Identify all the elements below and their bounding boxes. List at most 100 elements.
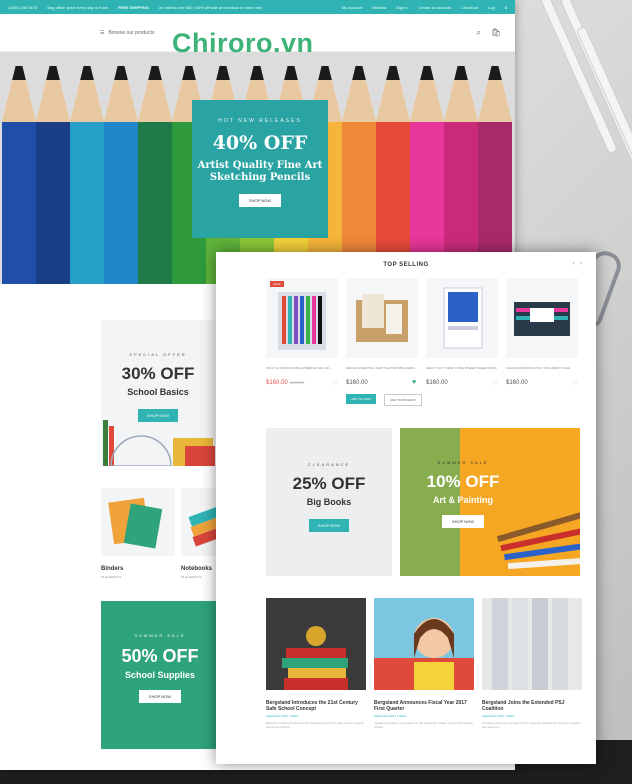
promo-headline: 25% OFF	[292, 474, 366, 493]
product-name[interactable]: HEAVY DUTY VIEW 3 RING BINDER SHEER BOOK	[426, 366, 498, 370]
promo-subline: Big Books	[306, 497, 352, 507]
phone-number[interactable]: 1(800) 234 5678	[8, 5, 37, 10]
colored-pencil	[70, 52, 104, 284]
product-card-image[interactable]	[506, 278, 578, 358]
gel-pens-illustration	[278, 292, 326, 350]
product-name[interactable]: PILOT G2 RETRACTABLE PREMIUM GEL INK...	[266, 366, 338, 370]
topbar-link-wishlist[interactable]: Wishlist	[372, 5, 386, 10]
watermark-text: Chiroro.vn	[172, 28, 314, 58]
hero-kicker: HOT NEW RELEASES	[218, 118, 302, 124]
books-apple-illustration	[282, 626, 348, 690]
carousel-prev-icon[interactable]: ‹	[572, 260, 574, 267]
hero-subline: Artist Quality Fine Art Sketching Pencil…	[197, 160, 323, 183]
menu-icon[interactable]: ☰	[100, 30, 104, 36]
colored-pencil	[410, 52, 444, 284]
blog-post-image[interactable]	[482, 598, 582, 690]
sale-price: $160.00	[266, 380, 288, 386]
promo-school-supplies[interactable]: SUMMER SALE 50% OFF School Supplies SHOP…	[101, 601, 219, 749]
desk-organizer-illustration	[356, 294, 408, 342]
blog-post-title[interactable]: Bergsland Announces Fiscal Year 2017 Fir…	[374, 700, 474, 712]
browse-menu[interactable]: ☰ Browse our products	[100, 30, 154, 36]
topbar-link-create-account[interactable]: Create an account	[418, 5, 451, 10]
promo-subline: Art & Painting	[433, 495, 493, 505]
promo-kicker: SUMMER SALE	[134, 633, 186, 638]
colored-pencil	[36, 52, 70, 284]
product-price: $160.00 $180.00	[266, 380, 304, 386]
hero-headline: 40% OFF	[212, 132, 308, 154]
promo-headline: 30% OFF	[121, 364, 195, 383]
homepage-mockup-front: TOP SELLING ‹ › SALE PILOT G2 RETRACTABL…	[216, 252, 596, 764]
wishlist-heart-icon[interactable]: ♡	[332, 379, 338, 387]
school-supplies-illustration	[103, 420, 215, 466]
top-bar: 1(800) 234 5678 Bag office open every da…	[0, 0, 515, 14]
blog-post-meta: September 2017 / News	[266, 714, 299, 718]
phone-note: Bag office open every day at 9 am	[47, 4, 108, 10]
promo-headline: 10% OFF	[426, 472, 500, 491]
blog-post-image[interactable]	[266, 598, 366, 690]
colored-pencil	[2, 52, 36, 284]
product-card-image[interactable]	[426, 278, 498, 358]
topbar-link-log[interactable]: Log	[488, 5, 495, 10]
promo-shop-now-button[interactable]: SHOP NOW	[441, 515, 485, 528]
shipping-label: FREE SHIPPING	[118, 4, 149, 10]
promo-school-basics[interactable]: SPECIAL OFFER 30% OFF School Basics SHOP…	[101, 320, 215, 466]
blog-post-title[interactable]: Bergsland Introduces the 21st Century Sa…	[266, 700, 366, 712]
search-icon[interactable]: ⌕	[476, 28, 480, 38]
product-name[interactable]: CLEAR EXPANDING POLY DOCUMENT CASE	[506, 366, 578, 370]
category-binders-image[interactable]	[101, 488, 175, 556]
cart-icon[interactable]: 🛍	[491, 28, 501, 38]
blog-post-excerpt: Leading distributor of supplies for the …	[374, 721, 474, 729]
promo-kicker: SUMMER SALE	[437, 460, 489, 465]
smiling-child-illustration	[374, 618, 474, 690]
old-price: $180.00	[289, 380, 305, 385]
blog-post-title[interactable]: Bergsland Joins the Extended PSJ Coaliti…	[482, 700, 582, 712]
currency-selector[interactable]: $	[505, 5, 507, 10]
document-case-illustration	[514, 302, 570, 336]
category-notebooks-count: 56 ELEMENTS	[181, 575, 202, 579]
product-card-image[interactable]	[266, 278, 338, 358]
carousel-next-icon[interactable]: ›	[580, 260, 582, 267]
sale-badge: SALE	[270, 281, 284, 287]
promo-kicker: CLEARANCE	[307, 462, 351, 467]
wishlist-heart-icon[interactable]: ♥	[412, 379, 416, 386]
white-pencil-decoration	[559, 0, 632, 165]
product-price: $160.00	[506, 380, 528, 386]
topbar-link-account[interactable]: My Account	[342, 5, 363, 10]
browse-label: Browse our products	[108, 29, 155, 36]
add-to-wishlist-button[interactable]: ADD TO WISHLIST	[384, 394, 423, 406]
colored-pencil	[342, 52, 376, 284]
shipping-note: on orders over $50 | 30% off sale at che…	[158, 4, 262, 10]
blog-post-meta: September 2017 / News	[374, 714, 407, 718]
category-notebooks-label[interactable]: Notebooks	[181, 566, 212, 572]
hero-shop-now-button[interactable]: SHOP NOW	[238, 194, 282, 207]
product-card-image[interactable]	[346, 278, 418, 358]
blog-post-excerpt: Company becomes member of the extended c…	[482, 721, 581, 729]
wishlist-heart-icon[interactable]: ♡	[572, 379, 578, 387]
blog-post-image[interactable]	[374, 598, 474, 690]
binders-shelf-illustration	[492, 598, 568, 690]
colored-pencil	[138, 52, 172, 284]
product-price: $160.00	[426, 380, 448, 386]
promo-art-painting[interactable]: SUMMER SALE 10% OFF Art & Painting SHOP …	[400, 428, 580, 576]
category-binders-label[interactable]: Binders	[101, 566, 123, 572]
blog-post-excerpt: Effective enrollment ideas for the devel…	[266, 721, 364, 729]
promo-big-books[interactable]: CLEARANCE 25% OFF Big Books SHOP NOW	[266, 428, 392, 576]
promo-shop-now-button[interactable]: SHOP NOW	[138, 690, 182, 703]
wishlist-heart-icon[interactable]: ♡	[492, 379, 498, 387]
top-selling-title: TOP SELLING	[383, 262, 429, 268]
product-name[interactable]: DESIGN ESSENTIAL SHUTTLE PORTABLE DESK..…	[346, 366, 418, 370]
colored-pencil	[104, 52, 138, 284]
hero-promo-card: HOT NEW RELEASES 40% OFF Artist Quality …	[192, 100, 328, 238]
topbar-link-signin[interactable]: Sign in	[396, 5, 408, 10]
add-to-cart-button[interactable]: ADD TO CART	[346, 394, 377, 404]
colored-pencil	[478, 52, 512, 284]
ring-binder-illustration	[443, 287, 483, 349]
promo-headline: 50% OFF	[121, 646, 199, 666]
product-price: $160.00	[346, 380, 368, 386]
colored-pencil	[444, 52, 478, 284]
promo-shop-now-button[interactable]: SHOP NOW	[308, 519, 350, 532]
topbar-link-checkout[interactable]: Checkout	[461, 5, 478, 10]
colored-pencil	[376, 52, 410, 284]
binders-illustration	[108, 497, 163, 549]
blog-post-meta: September 2017 / News	[482, 714, 515, 718]
